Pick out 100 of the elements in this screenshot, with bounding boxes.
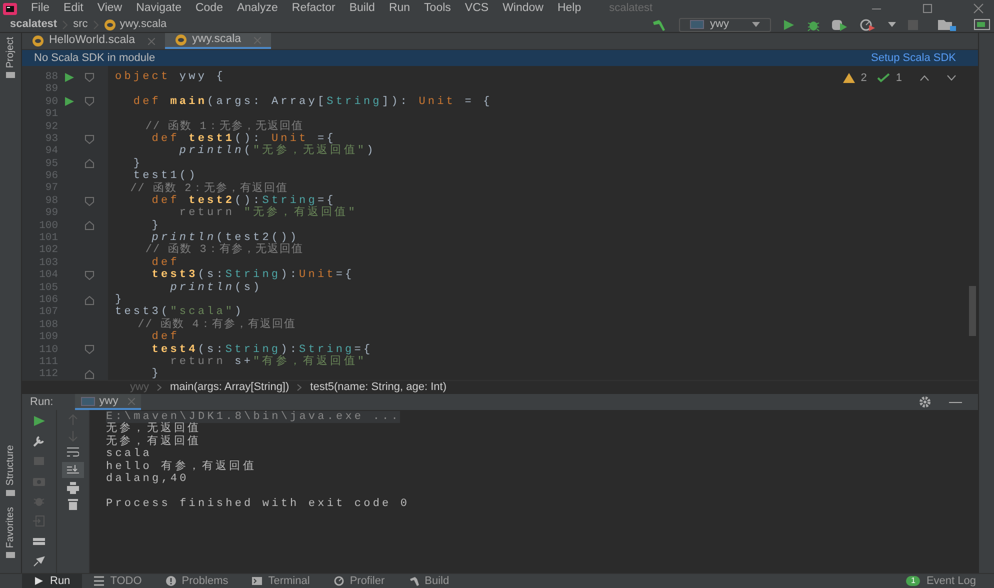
run-gutter-icon[interactable] (64, 97, 74, 106)
trash-icon[interactable] (67, 498, 79, 510)
breadcrumb-item[interactable]: scalatest (10, 16, 58, 33)
fold-icon[interactable] (84, 97, 94, 106)
code-line: } (115, 294, 124, 306)
code-line: } (150, 368, 162, 380)
app-logo-icon (3, 2, 17, 14)
code-line: } (150, 220, 162, 232)
folder-icon[interactable] (938, 18, 956, 30)
hammer-icon[interactable] (651, 18, 667, 30)
previous-icon[interactable] (920, 75, 929, 82)
fold-icon[interactable] (84, 159, 94, 168)
console-output-line: hello 有参，有返回值 (106, 460, 258, 473)
editor-tab[interactable]: HelloWorld.scala (22, 33, 166, 49)
maximize-icon[interactable] (922, 3, 933, 14)
window-icon (690, 20, 704, 29)
run-icon[interactable] (33, 415, 45, 427)
panel-icon (6, 551, 15, 559)
fold-icon[interactable] (84, 221, 94, 230)
tool-window-tab[interactable]: TODO (82, 574, 154, 588)
menu-item[interactable]: Window (502, 2, 544, 14)
breadcrumb-item[interactable]: main(args: Array[String]) (170, 379, 290, 396)
breadcrumb-item[interactable]: src (73, 16, 88, 33)
panel-icon (6, 488, 15, 497)
run-gutter-icon[interactable] (64, 72, 74, 82)
menu-item[interactable]: Refactor (292, 2, 336, 14)
menu-item[interactable]: Tools (424, 2, 451, 14)
tool-window-tab[interactable]: Terminal (240, 574, 322, 588)
console-output-line: 无参，无返回值 (106, 423, 202, 436)
menu-item[interactable]: View (97, 2, 122, 14)
menu-item[interactable]: Code (195, 2, 223, 14)
scroll-to-end-icon[interactable] (67, 464, 79, 476)
tool-window-tab[interactable]: Problems (154, 574, 240, 588)
code-line: test1() (132, 170, 198, 182)
scrollbar-thumb[interactable] (969, 286, 976, 336)
close-icon[interactable] (973, 3, 984, 14)
minimize-icon[interactable] (949, 400, 962, 404)
breadcrumb-item[interactable]: test5(name: String, age: Int) (310, 379, 447, 396)
chevron-icon (156, 384, 162, 391)
code-line: return s+"有参，有返回值" (169, 356, 367, 368)
pin-icon[interactable] (33, 555, 45, 567)
console-output-line: dalang,40 (106, 472, 190, 486)
code-line: def test1(): Unit ={ (150, 132, 336, 145)
gauge-icon[interactable] (860, 18, 876, 30)
hammer-icon (408, 576, 419, 586)
console-output-line: Process finished with exit code 0 (106, 498, 411, 510)
code-line: def main(args: Array[String]): Unit = { (132, 96, 492, 108)
menu-item[interactable]: VCS (464, 2, 489, 14)
menu-item[interactable]: Run (388, 2, 410, 14)
bug-icon[interactable] (807, 18, 820, 30)
console-command: E:\maven\JDK1.8\bin\java.exe ... (106, 411, 400, 423)
print-icon[interactable] (67, 482, 79, 494)
wrench-icon[interactable] (33, 435, 45, 447)
close-icon[interactable] (148, 38, 156, 44)
side-tool-tab[interactable]: Project (6, 37, 16, 80)
console-output-line: 无参，有返回值 (106, 436, 202, 448)
code-line: def (150, 256, 180, 269)
side-tool-tab[interactable]: Favorites (6, 506, 16, 559)
tool-window-tab[interactable]: Profiler (322, 574, 397, 588)
menu-item[interactable]: Help (557, 2, 582, 14)
notification-message: No Scala SDK in module (34, 50, 156, 66)
fold-icon[interactable] (84, 345, 94, 354)
event-log-button[interactable]: 1 Event Log (906, 572, 976, 588)
coverage-icon[interactable] (832, 18, 848, 30)
layout-icon[interactable] (33, 535, 45, 547)
process-tab[interactable]: ywy (75, 394, 142, 410)
editor-tab[interactable]: ywy.scala (165, 33, 272, 49)
tool-window-tab[interactable]: Run (22, 574, 82, 588)
menu-item[interactable]: Navigate (136, 2, 182, 14)
fold-icon[interactable] (84, 72, 94, 82)
settings-icon[interactable] (919, 396, 931, 408)
menu-item[interactable]: Analyze (236, 2, 278, 14)
warning-icon (842, 73, 855, 84)
tool-window-tab[interactable]: Build (396, 574, 462, 588)
run-config-dropdown[interactable]: ywy (679, 18, 771, 32)
caret-icon[interactable] (888, 22, 896, 27)
code-line: test4(s:String):String={ (150, 344, 373, 356)
code-line: // 函数 4：有参，有返回值 (136, 318, 296, 331)
menu-item[interactable]: Build (349, 2, 375, 14)
menu-item[interactable]: File (31, 2, 50, 14)
code-line: // 函数 2：无参，有返回值 (129, 182, 288, 195)
fold-icon[interactable] (84, 370, 94, 380)
fold-icon[interactable] (84, 270, 94, 280)
fold-icon[interactable] (84, 134, 94, 144)
menu-item[interactable]: Edit (64, 2, 84, 14)
run-panel-title: Run: (30, 394, 54, 410)
next-icon[interactable] (947, 75, 956, 82)
chevron-icon (297, 384, 302, 391)
list-icon (94, 576, 104, 586)
code-line: println(test2()) (152, 232, 300, 244)
fold-icon[interactable] (84, 196, 94, 206)
soft-wrap-icon[interactable] (67, 446, 79, 458)
fold-icon[interactable] (84, 296, 94, 305)
code-line: test3(s:String):Unit={ (150, 269, 354, 282)
terminal-window-icon[interactable] (974, 19, 990, 30)
close-icon[interactable] (128, 398, 136, 404)
breadcrumb-item[interactable]: ywy.scala (120, 16, 167, 33)
setup-sdk-link[interactable]: Setup Scala SDK (871, 50, 956, 66)
code-line: return "无参，有返回值" (178, 207, 358, 220)
side-tool-tab[interactable]: Structure (6, 445, 16, 497)
